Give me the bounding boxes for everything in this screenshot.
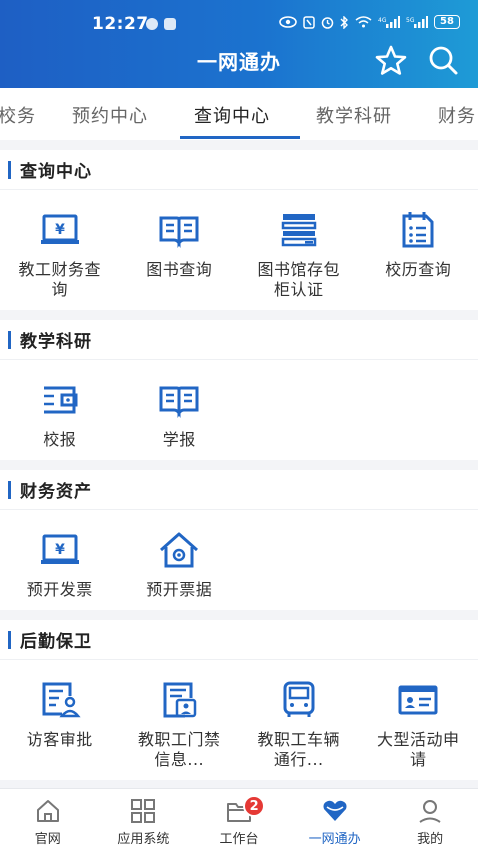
service-finance-query[interactable]: ¥ 教工财务查询 <box>0 202 120 300</box>
book-icon <box>159 386 199 418</box>
service-pre-invoice[interactable]: ¥ 预开发票 <box>0 522 120 600</box>
service-school-calendar[interactable]: 校历查询 <box>359 202 478 300</box>
heart-icon <box>323 800 347 821</box>
bottom-navigation: 官网 应用系统 2 工作台 一网通办 我的 <box>0 788 478 850</box>
status-icons: 4G 5G 58 <box>279 15 460 29</box>
section-title: 查询中心 <box>20 162 92 182</box>
section-query-center: 查询中心 ¥ 教工财务查询 图书查询 图书馆存包柜认证 校历查询 <box>0 150 478 310</box>
tab-query-center[interactable]: 查询中心 <box>194 102 270 128</box>
alarm-icon <box>321 16 334 29</box>
section-accent-bar <box>8 330 11 349</box>
locker-icon <box>281 214 316 247</box>
service-label: 教职工门禁信息... <box>137 730 221 769</box>
finance-query-icon: ¥ <box>40 214 79 244</box>
service-label: 校报 <box>43 430 77 449</box>
section-title: 教学科研 <box>20 332 92 352</box>
access-card-icon <box>163 682 197 718</box>
signal-icon-1: 4G <box>378 16 400 28</box>
service-label: 图书查询 <box>146 260 213 279</box>
service-pre-receipt[interactable]: 预开票据 <box>120 522 240 600</box>
nav-label: 应用系统 <box>117 832 170 847</box>
wifi-icon <box>355 16 372 28</box>
svg-text:¥: ¥ <box>55 222 65 238</box>
service-journal[interactable]: 学报 <box>120 372 240 450</box>
service-label: 预开发票 <box>26 580 93 599</box>
service-visitor-approval[interactable]: 访客审批 <box>0 672 120 770</box>
user-icon <box>419 800 441 823</box>
nav-label: 一网通办 <box>308 832 361 847</box>
service-label: 校历查询 <box>385 260 452 279</box>
section-logistics-security: 后勤保卫 访客审批 教职工门禁信息... 教职工车辆通行... 大型活动申请 <box>0 620 478 780</box>
section-header: 查询中心 <box>0 150 478 190</box>
svg-text:¥: ¥ <box>55 542 65 558</box>
service-label: 教职工车辆通行... <box>257 730 340 769</box>
service-label: 教工财务查询 <box>18 260 101 299</box>
nav-label: 工作台 <box>219 832 259 847</box>
app-notification-icon <box>164 18 176 30</box>
apps-grid-icon <box>131 799 156 823</box>
nav-official-site[interactable]: 官网 <box>0 789 96 850</box>
tab-finance[interactable]: 财务 <box>438 102 476 128</box>
service-event-application[interactable]: 大型活动申请 <box>359 672 478 770</box>
service-library-locker[interactable]: 图书馆存包柜认证 <box>239 202 359 300</box>
visitor-approval-icon <box>42 682 81 718</box>
section-header: 后勤保卫 <box>0 620 478 660</box>
home-icon <box>36 800 59 822</box>
nav-app-system[interactable]: 应用系统 <box>96 789 192 850</box>
tab-teaching-research[interactable]: 教学科研 <box>316 102 392 128</box>
search-icon[interactable] <box>426 44 460 76</box>
section-header: 教学科研 <box>0 320 478 360</box>
nav-label: 我的 <box>417 832 444 847</box>
eye-icon <box>279 16 297 28</box>
service-book-query[interactable]: 图书查询 <box>120 202 240 300</box>
service-label: 大型活动申请 <box>376 730 460 769</box>
nav-one-stop-service[interactable]: 一网通办 <box>287 789 383 850</box>
status-time: 12:27 <box>92 14 149 34</box>
service-list: 查询中心 ¥ 教工财务查询 图书查询 图书馆存包柜认证 校历查询 教学科研 校报… <box>0 150 478 790</box>
house-icon <box>160 532 199 568</box>
section-header: 财务资产 <box>0 470 478 510</box>
service-vehicle-pass[interactable]: 教职工车辆通行... <box>239 672 359 770</box>
service-school-newspaper[interactable]: 校报 <box>0 372 120 450</box>
bus-icon <box>283 681 315 717</box>
book-icon <box>159 216 199 248</box>
star-icon[interactable] <box>374 44 408 76</box>
app-header: 12:27 4G 5G 58 一网通办 <box>0 0 478 88</box>
calendar-icon <box>402 212 434 248</box>
notification-icon <box>146 18 158 30</box>
svg-text:4G: 4G <box>378 17 387 24</box>
category-tabs: 校务 预约中心 查询中心 教学科研 财务 <box>0 88 478 140</box>
svg-text:5G: 5G <box>406 17 415 24</box>
active-tab-indicator <box>180 136 300 139</box>
notification-badge: 2 <box>243 795 266 817</box>
service-label: 预开票据 <box>146 580 213 599</box>
tab-appointment-center[interactable]: 预约中心 <box>72 102 148 128</box>
section-accent-bar <box>8 160 11 179</box>
battery-indicator: 58 <box>434 15 460 29</box>
section-title: 后勤保卫 <box>20 632 92 652</box>
section-teaching-research: 教学科研 校报 学报 <box>0 320 478 460</box>
invoice-icon: ¥ <box>40 534 79 564</box>
nav-label: 官网 <box>34 832 61 847</box>
service-label: 图书馆存包柜认证 <box>257 260 340 299</box>
nfc-icon <box>303 15 315 29</box>
section-title: 财务资产 <box>20 482 92 502</box>
status-bar: 12:27 4G 5G 58 <box>0 10 478 38</box>
wallet-icon <box>43 386 78 414</box>
service-staff-access[interactable]: 教职工门禁信息... <box>120 672 240 770</box>
section-accent-bar <box>8 630 11 649</box>
id-card-icon <box>398 685 438 715</box>
bluetooth-icon <box>340 15 348 29</box>
nav-workbench[interactable]: 2 工作台 <box>191 789 287 850</box>
service-label: 学报 <box>162 430 196 449</box>
tab-campus-affairs[interactable]: 校务 <box>0 102 36 128</box>
signal-icon-2: 5G <box>406 16 428 28</box>
section-finance-assets: 财务资产 ¥ 预开发票 预开票据 <box>0 470 478 610</box>
section-accent-bar <box>8 480 11 499</box>
nav-mine[interactable]: 我的 <box>382 789 478 850</box>
service-label: 访客审批 <box>26 730 93 749</box>
